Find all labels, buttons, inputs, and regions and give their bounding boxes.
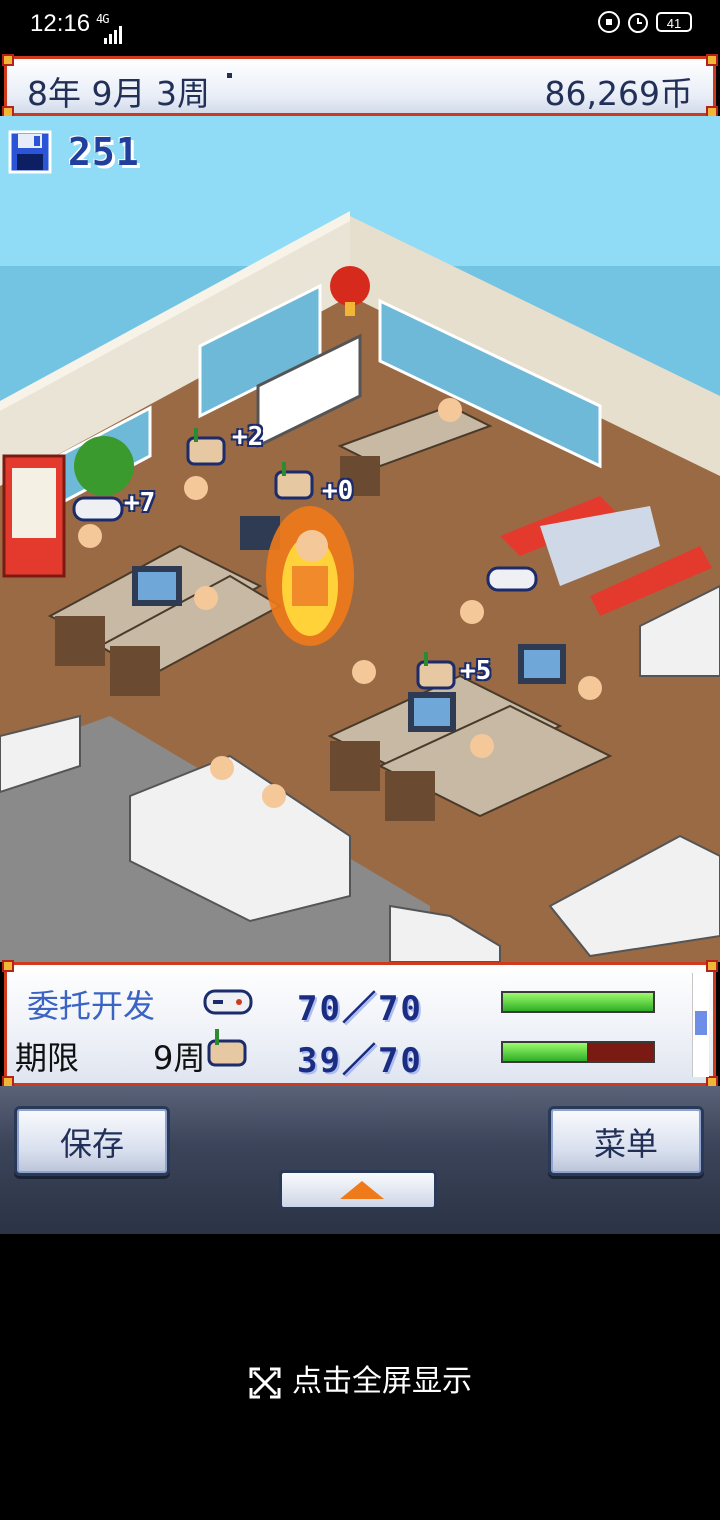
battery-indicator: 41 <box>656 12 692 32</box>
office-illustration <box>0 116 720 962</box>
paint-palette-icon <box>207 1029 247 1067</box>
frame-corner <box>2 960 14 972</box>
fullscreen-hint-label: 点击全屏显示 <box>292 1364 472 1399</box>
stat-bubble: +5 <box>460 656 492 686</box>
deadline-value: 9周 <box>153 1039 206 1077</box>
paint-palette-icon <box>416 652 456 690</box>
status-bar: 12:16 4G 41 <box>0 0 720 52</box>
fullscreen-icon <box>249 1367 281 1398</box>
creativity-progress-bar <box>501 1041 655 1063</box>
status-time: 12:16 <box>30 10 91 37</box>
creativity-stat-value: 39／70 <box>297 1041 423 1081</box>
date-money-panel: 8年 9月 3周 86,269币 <box>2 54 718 118</box>
game-date: 8年 9月 3周 <box>27 74 210 113</box>
save-button[interactable]: 保存 <box>14 1106 170 1176</box>
floppy-disk-icon <box>8 130 52 174</box>
fullscreen-hint[interactable]: 点击全屏显示 <box>0 1356 720 1400</box>
frame-corner <box>706 960 718 972</box>
frame-corner <box>2 54 14 66</box>
expand-button[interactable] <box>279 1170 437 1210</box>
signal-icon <box>104 26 122 44</box>
project-info-panel[interactable]: 委托开发 期限 9周 70／70 39／70 <box>2 960 718 1088</box>
gamepad-icon <box>486 566 538 592</box>
alarm-icon <box>628 13 648 33</box>
fun-progress-fill <box>503 993 653 1011</box>
scroll-thumb[interactable] <box>695 1011 707 1035</box>
save-count: 251 <box>68 130 140 174</box>
stat-bubble: +2 <box>232 422 264 452</box>
time-tick-dot <box>227 73 232 78</box>
network-indicator: 4G <box>96 12 109 26</box>
paint-palette-icon <box>274 462 314 500</box>
stat-bubble: +7 <box>124 488 156 518</box>
control-bar: 保存 菜单 <box>0 1086 720 1234</box>
project-type-label: 委托开发 <box>27 987 156 1025</box>
deadline-label: 期限 <box>15 1039 80 1077</box>
gamepad-icon <box>203 989 253 1015</box>
gamepad-icon <box>72 496 124 522</box>
paint-palette-icon <box>186 428 226 466</box>
save-counter: 251 <box>8 130 140 174</box>
office-scene[interactable]: 251 +2 +7 +0 +5 <box>0 116 720 962</box>
money-display: 86,269币 <box>544 74 693 113</box>
fun-progress-bar <box>501 991 655 1013</box>
creativity-progress-fill <box>503 1043 587 1061</box>
menu-button[interactable]: 菜单 <box>548 1106 704 1176</box>
frame-corner <box>706 54 718 66</box>
fun-stat-value: 70／70 <box>297 989 423 1029</box>
stat-bubble: +0 <box>322 476 354 506</box>
panel-scrollbar[interactable] <box>692 973 709 1077</box>
triangle-up-icon <box>340 1181 384 1199</box>
lock-rotation-icon <box>598 11 620 33</box>
